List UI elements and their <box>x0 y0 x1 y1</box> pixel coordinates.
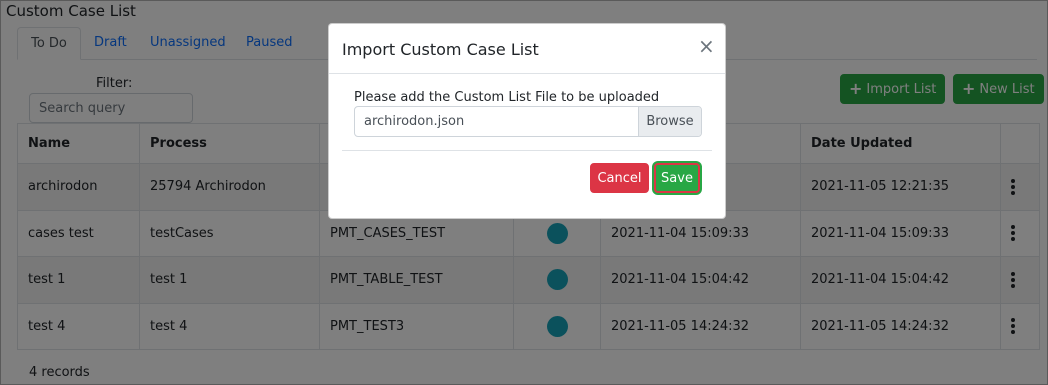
save-button[interactable]: Save <box>654 163 700 193</box>
browse-button[interactable]: Browse <box>638 107 701 136</box>
close-icon[interactable]: × <box>698 36 715 56</box>
modal-header-divider <box>329 73 725 74</box>
file-input[interactable]: archirodon.json Browse <box>354 106 702 137</box>
import-modal: Import Custom Case List × Please add the… <box>328 23 726 219</box>
modal-footer-divider <box>342 150 712 151</box>
cancel-button[interactable]: Cancel <box>590 163 649 193</box>
file-upload-label: Please add the Custom List File to be up… <box>354 90 660 105</box>
modal-title: Import Custom Case List <box>342 40 539 59</box>
file-name-field[interactable]: archirodon.json <box>355 107 638 136</box>
